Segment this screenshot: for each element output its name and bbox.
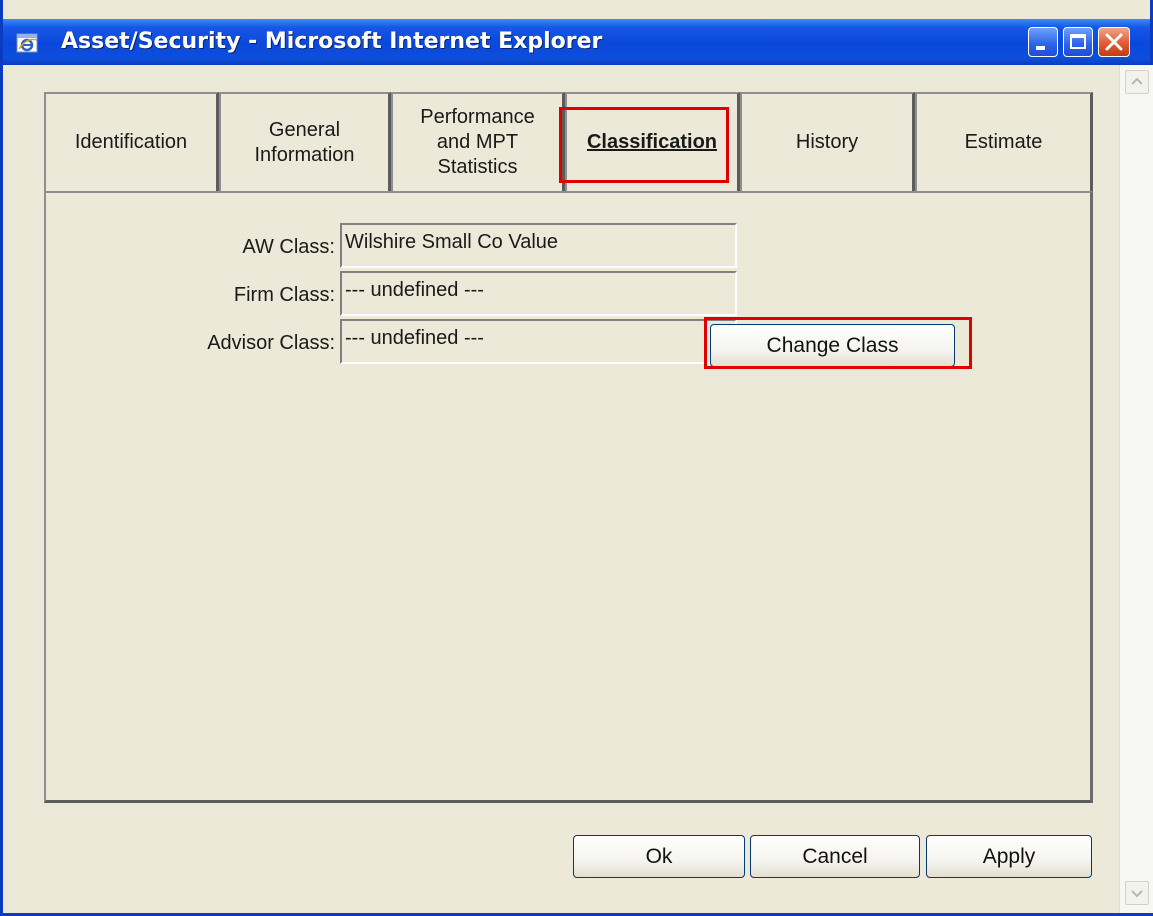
tab-label: History xyxy=(795,131,859,153)
vertical-scrollbar[interactable] xyxy=(1119,65,1153,913)
scroll-up-button[interactable] xyxy=(1125,70,1149,94)
aw-class-field: Wilshire Small Co Value xyxy=(340,223,737,268)
tab-label: Classification xyxy=(586,131,718,153)
close-button[interactable] xyxy=(1098,27,1130,57)
ok-button[interactable]: Ok xyxy=(573,835,745,878)
scroll-down-button[interactable] xyxy=(1125,881,1149,905)
tab-history[interactable]: History xyxy=(740,92,915,191)
advisor-class-field: --- undefined --- xyxy=(340,319,737,364)
tab-general-information[interactable]: General Information xyxy=(219,92,391,191)
apply-button[interactable]: Apply xyxy=(926,835,1092,878)
tab-estimate[interactable]: Estimate xyxy=(915,92,1093,191)
title-bar[interactable]: Asset/Security - Microsoft Internet Expl… xyxy=(3,19,1150,65)
tab-label: General Information xyxy=(254,118,355,166)
change-class-button[interactable]: Change Class xyxy=(710,324,955,367)
advisor-class-label: Advisor Class: xyxy=(207,332,335,354)
minimize-button[interactable] xyxy=(1028,27,1058,57)
internet-explorer-icon xyxy=(15,31,41,55)
tab-classification[interactable]: Classification xyxy=(565,92,740,191)
tab-identification[interactable]: Identification xyxy=(44,92,219,191)
maximize-icon xyxy=(1070,34,1086,49)
maximize-button[interactable] xyxy=(1063,27,1093,57)
ie-dialog-window: Asset/Security - Microsoft Internet Expl… xyxy=(0,0,1153,916)
tab-label: Identification xyxy=(74,131,188,153)
tab-label: Performance and MPT Statistics xyxy=(420,106,535,178)
classification-panel: AW Class: Wilshire Small Co Value Firm C… xyxy=(44,191,1093,803)
tab-label: Estimate xyxy=(964,131,1043,153)
aw-class-label: AW Class: xyxy=(242,236,335,258)
tab-performance-mpt-statistics[interactable]: Performance and MPT Statistics xyxy=(391,92,565,191)
cancel-button[interactable]: Cancel xyxy=(750,835,920,878)
firm-class-field: --- undefined --- xyxy=(340,271,737,316)
close-icon xyxy=(1105,33,1123,51)
minimize-icon xyxy=(1036,46,1045,50)
chevron-up-icon xyxy=(1131,77,1143,85)
chevron-down-icon xyxy=(1131,890,1143,898)
window-title: Asset/Security - Microsoft Internet Expl… xyxy=(61,29,603,54)
firm-class-label: Firm Class: xyxy=(233,284,335,306)
dialog-content: Identification General Information Perfo… xyxy=(6,65,1116,913)
